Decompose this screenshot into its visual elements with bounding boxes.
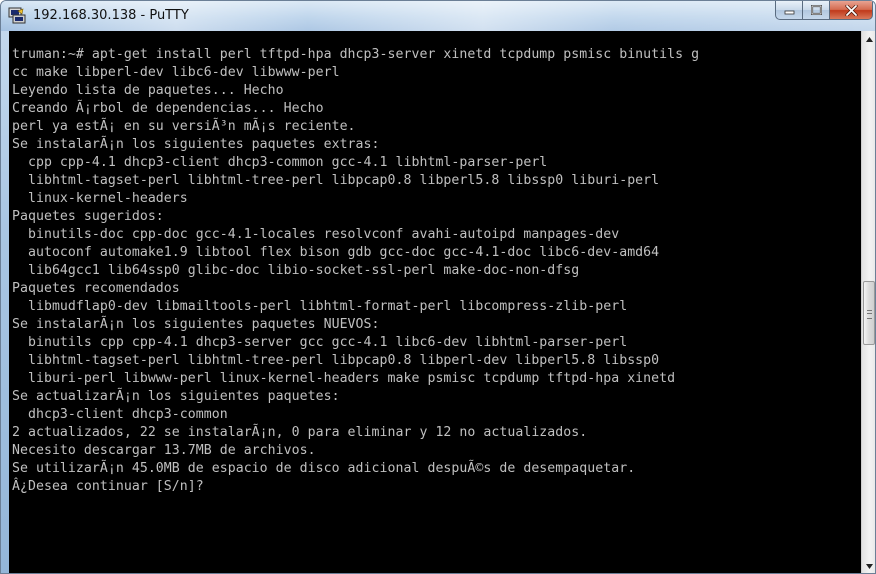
terminal-line: Â¿Desea continuar [S/n]? bbox=[12, 479, 204, 494]
close-button[interactable] bbox=[829, 1, 873, 20]
terminal-line: libhtml-tagset-perl libhtml-tree-perl li… bbox=[12, 173, 660, 188]
window-title: 192.168.30.138 - PuTTY bbox=[33, 8, 189, 23]
title-bar[interactable]: 192.168.30.138 - PuTTY bbox=[1, 1, 875, 31]
terminal-line: cpp cpp-4.1 dhcp3-client dhcp3-common gc… bbox=[12, 155, 548, 170]
terminal-output: truman:~# apt-get install perl tftpd-hpa… bbox=[12, 46, 699, 496]
terminal-line: cc make libperl-dev libc6-dev libwww-per… bbox=[12, 65, 340, 80]
scroll-up-arrow-icon bbox=[866, 37, 873, 42]
terminal-line: libmudflap0-dev libmailtools-perl libhtm… bbox=[12, 299, 628, 314]
terminal-line: autoconf automake1.9 libtool flex bison … bbox=[12, 245, 660, 260]
terminal-line: perl ya estÃ¡ en su versiÃ³n mÃ¡s recien… bbox=[12, 119, 356, 134]
terminal-line: lib64gcc1 lib64ssp0 glibc-doc libio-sock… bbox=[12, 263, 580, 278]
vertical-scrollbar[interactable] bbox=[861, 31, 875, 573]
terminal-line: libhtml-tagset-perl libhtml-tree-perl li… bbox=[12, 353, 660, 368]
terminal-line: 2 actualizados, 22 se instalarÃ¡n, 0 par… bbox=[12, 425, 588, 440]
terminal-line: binutils cpp cpp-4.1 dhcp3-server gcc gc… bbox=[12, 335, 628, 350]
minimize-icon bbox=[784, 10, 794, 15]
terminal-line: Se utilizarÃ¡n 45.0MB de espacio de disc… bbox=[12, 461, 636, 476]
terminal-line: liburi-perl libwww-perl linux-kernel-hea… bbox=[12, 371, 676, 386]
putty-icon[interactable] bbox=[8, 7, 26, 24]
scroll-down-arrow-icon bbox=[866, 564, 873, 569]
putty-window: 192.168.30.138 - PuTTY truman:~# apt-get… bbox=[0, 0, 876, 574]
terminal-line: linux-kernel-headers bbox=[12, 191, 188, 206]
scrollbar-thumb[interactable] bbox=[863, 281, 875, 345]
terminal-line: Se actualizarÃ¡n los siguientes paquetes… bbox=[12, 389, 340, 404]
caption-buttons bbox=[775, 1, 873, 21]
terminal-line: dhcp3-client dhcp3-common bbox=[12, 407, 228, 422]
scroll-down-button[interactable] bbox=[862, 558, 875, 573]
terminal-line: Paquetes sugeridos: bbox=[12, 209, 164, 224]
terminal-line: binutils-doc cpp-doc gcc-4.1-locales res… bbox=[12, 227, 620, 242]
terminal-line: Se instalarÃ¡n los siguientes paquetes N… bbox=[12, 317, 380, 332]
terminal-line: Necesito descargar 13.7MB de archivos. bbox=[12, 443, 316, 458]
grip-icon bbox=[867, 310, 872, 319]
terminal-line: Paquetes recomendados bbox=[12, 281, 180, 296]
maximize-icon bbox=[810, 5, 822, 15]
terminal-line: Leyendo lista de paquetes... Hecho bbox=[12, 83, 284, 98]
terminal-line: truman:~# apt-get install perl tftpd-hpa… bbox=[12, 47, 700, 62]
terminal-screen[interactable]: truman:~# apt-get install perl tftpd-hpa… bbox=[9, 31, 861, 573]
scroll-up-button[interactable] bbox=[862, 31, 875, 48]
close-icon bbox=[844, 4, 858, 16]
maximize-button[interactable] bbox=[802, 1, 829, 20]
minimize-button[interactable] bbox=[775, 1, 802, 20]
terminal-line: Se instalarÃ¡n los siguientes paquetes e… bbox=[12, 137, 380, 152]
terminal-line: Creando Ã¡rbol de dependencias... Hecho bbox=[12, 101, 324, 116]
